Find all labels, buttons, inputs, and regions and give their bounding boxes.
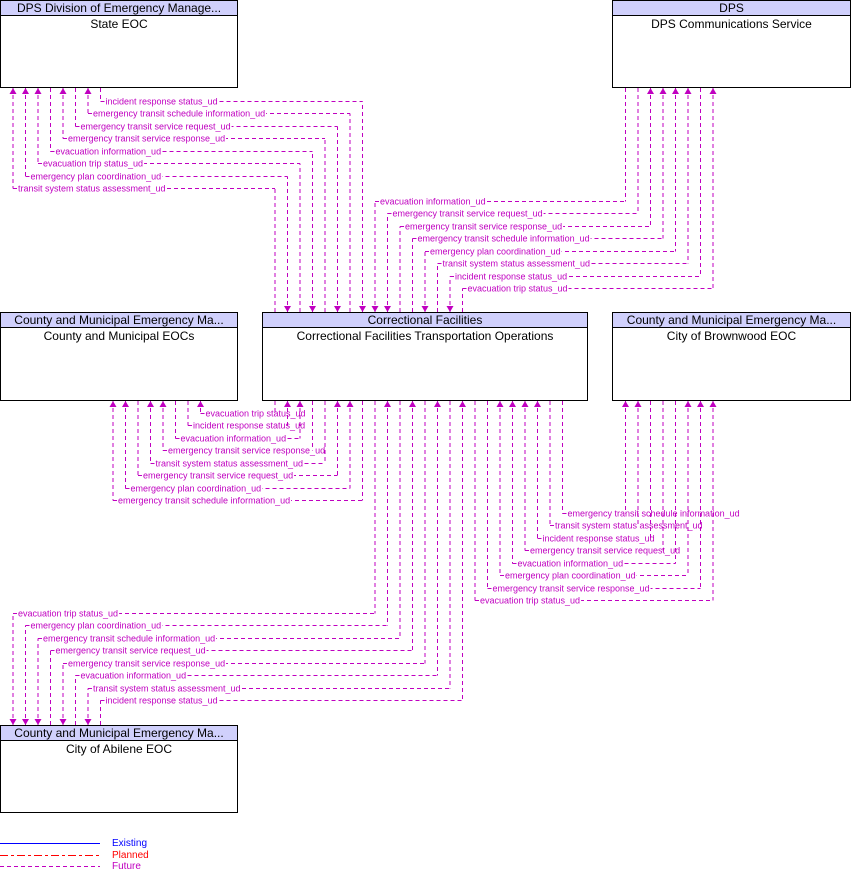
arrow-up-icon	[434, 401, 441, 407]
flow-label[interactable]: transit system status assessment_ud	[93, 684, 241, 694]
arrow-up-icon	[697, 401, 704, 407]
arrow-up-icon	[147, 401, 154, 407]
arrow-down-icon	[9, 719, 17, 725]
flow-label[interactable]: emergency transit schedule information_u…	[568, 509, 740, 519]
flow-label[interactable]: incident response status_ud	[106, 97, 218, 107]
arrow-up-icon	[159, 401, 167, 407]
flow-label[interactable]: evacuation trip status_ud	[206, 409, 306, 419]
arrow-down-icon	[309, 306, 316, 312]
arrow-up-icon	[109, 401, 117, 407]
arrow-down-icon	[84, 719, 92, 725]
flow-label[interactable]: evacuation information_ud	[56, 147, 162, 157]
arrow-down-icon	[371, 306, 379, 312]
arrow-up-icon	[334, 401, 341, 407]
arrow-down-icon	[22, 719, 29, 725]
arrow-up-icon	[22, 88, 29, 94]
flow-label[interactable]: evacuation trip status_ud	[468, 284, 568, 294]
flow-label[interactable]: emergency plan coordination_ud	[505, 571, 636, 581]
legend-label-future: Future	[112, 861, 141, 872]
arrow-up-icon	[622, 401, 629, 407]
flow-label[interactable]: emergency plan coordination_ud	[31, 172, 162, 182]
arrow-up-icon	[9, 88, 17, 94]
arrow-up-icon	[684, 401, 692, 407]
flow-label[interactable]: incident response status_ud	[193, 421, 305, 431]
legend-label-planned: Planned	[112, 850, 149, 861]
arrow-up-icon	[634, 401, 642, 407]
flow-label[interactable]: transit system status assessment_ud	[156, 459, 304, 469]
arrow-up-icon	[59, 88, 67, 94]
flow-label[interactable]: emergency transit service request_ud	[530, 546, 680, 556]
legend-label-existing: Existing	[112, 838, 148, 849]
flow-label[interactable]: evacuation trip status_ud	[43, 159, 143, 169]
arrow-up-icon	[409, 401, 416, 407]
arrow-up-icon	[496, 401, 504, 407]
flow-layer: incident response status_ud emergency tra…	[0, 88, 741, 867]
flow-label[interactable]: emergency plan coordination_ud	[430, 247, 561, 257]
flow-label[interactable]: emergency transit service request_ud	[81, 122, 231, 132]
arrow-down-icon	[359, 306, 366, 312]
flow-label[interactable]: emergency transit schedule information_u…	[93, 109, 265, 119]
arrow-up-icon	[459, 401, 466, 407]
arrow-up-icon	[284, 401, 291, 407]
flow-label[interactable]: evacuation information_ud	[181, 434, 287, 444]
flow-label[interactable]: emergency transit service request_ud	[56, 646, 206, 656]
flow-label[interactable]: emergency transit service response_ud	[405, 222, 562, 232]
context-diagram: DPS Division of Emergency Manage... Stat…	[0, 0, 857, 878]
arrow-down-icon	[34, 719, 42, 725]
flow-label[interactable]: evacuation trip status_ud	[18, 609, 118, 619]
flow-label[interactable]: emergency transit service response_ud	[168, 446, 325, 456]
arrow-up-icon	[684, 88, 692, 94]
flow-label[interactable]: emergency plan coordination_ud	[31, 621, 162, 631]
arrow-up-icon	[534, 401, 541, 407]
flow-label[interactable]: emergency transit service response_ud	[68, 134, 225, 144]
flow-label[interactable]: emergency transit schedule information_u…	[118, 496, 290, 506]
flow-label[interactable]: emergency transit schedule information_u…	[43, 634, 215, 644]
flow-label[interactable]: evacuation information_ud	[81, 671, 187, 681]
arrow-up-icon	[647, 88, 654, 94]
arrow-up-icon	[34, 88, 42, 94]
flow-label[interactable]: transit system status assessment_ud	[555, 521, 703, 531]
arrow-down-icon	[334, 306, 341, 312]
flow-label[interactable]: emergency transit schedule information_u…	[418, 234, 590, 244]
flow-label[interactable]: incident response status_ud	[455, 272, 567, 282]
arrow-down-icon	[284, 306, 291, 312]
arrow-down-icon	[59, 719, 67, 725]
arrow-down-icon	[421, 306, 429, 312]
flow-label[interactable]: emergency transit service response_ud	[68, 659, 225, 669]
arrow-down-icon	[384, 306, 391, 312]
legend	[0, 843, 100, 867]
flow-label[interactable]: emergency transit service response_ud	[493, 584, 650, 594]
flow-label[interactable]: incident response status_ud	[106, 696, 218, 706]
flow-label[interactable]: incident response status_ud	[543, 534, 655, 544]
arrow-up-icon	[509, 401, 516, 407]
arrow-up-icon	[296, 401, 304, 407]
arrow-up-icon	[384, 401, 391, 407]
arrow-up-icon	[672, 88, 679, 94]
flow-label[interactable]: evacuation information_ud	[518, 559, 624, 569]
flow-label[interactable]: emergency transit service request_ud	[393, 209, 543, 219]
flow-label[interactable]: emergency transit service request_ud	[143, 471, 293, 481]
arrow-up-icon	[659, 88, 667, 94]
flow-label[interactable]: transit system status assessment_ud	[443, 259, 591, 269]
arrow-up-icon	[122, 401, 129, 407]
arrow-up-icon	[197, 401, 204, 407]
arrow-up-icon	[709, 401, 717, 407]
arrow-up-icon	[346, 401, 354, 407]
arrow-up-icon	[709, 88, 717, 94]
flow-label[interactable]: evacuation trip status_ud	[480, 596, 580, 606]
flow-label[interactable]: emergency plan coordination_ud	[131, 484, 262, 494]
flow-label[interactable]: transit system status assessment_ud	[18, 184, 166, 194]
flow-label[interactable]: evacuation information_ud	[380, 197, 486, 207]
arrow-up-icon	[521, 401, 529, 407]
arrow-down-icon	[446, 306, 454, 312]
arrow-up-icon	[84, 88, 92, 94]
